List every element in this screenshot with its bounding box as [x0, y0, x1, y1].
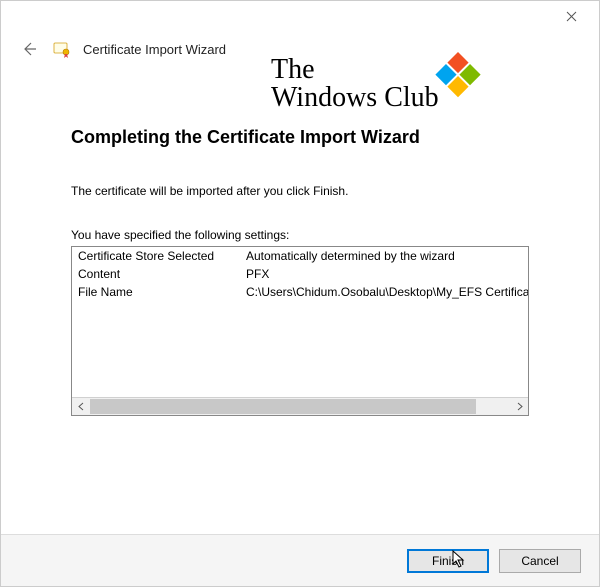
window-title: Certificate Import Wizard [83, 42, 226, 57]
setting-key: File Name [72, 283, 240, 301]
back-icon[interactable] [17, 37, 41, 61]
table-row: Certificate Store Selected Automatically… [72, 247, 528, 265]
table-row: Content PFX [72, 265, 528, 283]
setting-value: C:\Users\Chidum.Osobalu\Desktop\My_EFS C… [240, 283, 528, 301]
setting-value: PFX [240, 265, 528, 283]
watermark-text: The Windows Club [271, 56, 439, 112]
horizontal-scrollbar[interactable] [72, 397, 528, 415]
finish-button[interactable]: Finish [407, 549, 489, 573]
setting-key: Certificate Store Selected [72, 247, 240, 265]
page-heading: Completing the Certificate Import Wizard [71, 127, 529, 148]
cancel-button[interactable]: Cancel [499, 549, 581, 573]
settings-listbox: Certificate Store Selected Automatically… [71, 246, 529, 416]
scroll-left-icon[interactable] [72, 398, 90, 416]
scroll-thumb[interactable] [90, 399, 476, 414]
close-icon[interactable] [551, 2, 591, 30]
scroll-right-icon[interactable] [510, 398, 528, 416]
certificate-icon [53, 40, 71, 58]
setting-value: Automatically determined by the wizard [240, 247, 528, 265]
description-text: The certificate will be imported after y… [71, 184, 529, 198]
table-row: File Name C:\Users\Chidum.Osobalu\Deskto… [72, 283, 528, 301]
settings-label: You have specified the following setting… [71, 228, 529, 242]
setting-key: Content [72, 265, 240, 283]
scroll-track[interactable] [90, 398, 510, 416]
